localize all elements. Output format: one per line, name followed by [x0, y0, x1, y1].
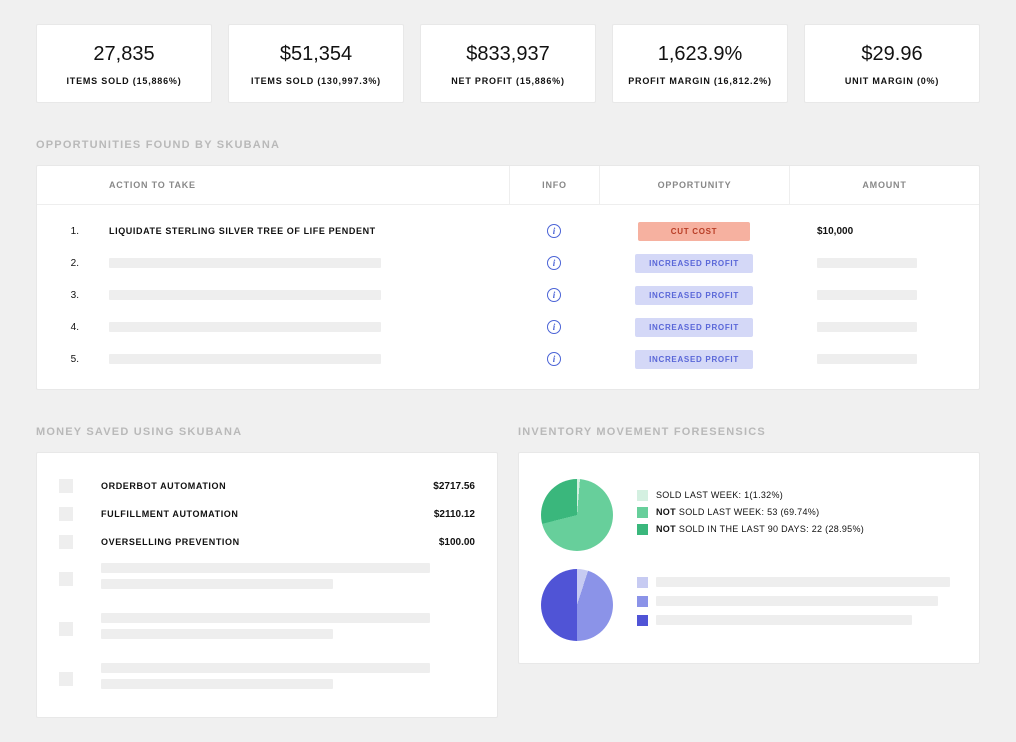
kpi-value: $51,354	[237, 43, 395, 66]
row-number: 2.	[37, 258, 89, 269]
badge-cut-cost: CUT COST	[638, 222, 750, 241]
kpi-card-items-sold: 27,835 ITEMS SOLD (15,886%)	[36, 24, 212, 103]
table-header: ACTION TO TAKE INFO OPPORTUNITY AMOUNT	[37, 166, 979, 205]
inventory-heading: INVENTORY MOVEMENT FORESENSICS	[518, 426, 980, 438]
legend-item-placeholder	[637, 596, 957, 607]
money-saved-item: ORDERBOT AUTOMATION$2717.56	[59, 479, 475, 493]
opportunities-heading: OPPORTUNITIES FOUND BY SKUBANA	[36, 139, 980, 151]
square-icon	[59, 535, 73, 549]
kpi-row: 27,835 ITEMS SOLD (15,886%) $51,354 ITEM…	[36, 24, 980, 103]
legend-swatch	[637, 577, 648, 588]
badge-increased-profit: INCREASED PROFIT	[635, 350, 753, 369]
kpi-value: $29.96	[813, 43, 971, 66]
kpi-card-items-sold-dollar: $51,354 ITEMS SOLD (130,997.3%)	[228, 24, 404, 103]
kpi-label: ITEMS SOLD (15,886%)	[45, 76, 203, 86]
kpi-card-net-profit: $833,937 NET PROFIT (15,886%)	[420, 24, 596, 103]
table-row: 5. i INCREASED PROFIT	[37, 343, 979, 375]
info-icon[interactable]: i	[547, 288, 561, 302]
info-icon[interactable]: i	[547, 320, 561, 334]
item-name: FULFILLMENT AUTOMATION	[101, 509, 434, 519]
table-row: 3. i INCREASED PROFIT	[37, 279, 979, 311]
kpi-label: NET PROFIT (15,886%)	[429, 76, 587, 86]
legend-swatch	[637, 596, 648, 607]
info-icon[interactable]: i	[547, 256, 561, 270]
kpi-label: UNIT MARGIN (0%)	[813, 76, 971, 86]
col-amount: AMOUNT	[789, 166, 979, 204]
item-amount: $2717.56	[433, 481, 475, 492]
action-cell	[89, 258, 509, 268]
legend-list: SOLD LAST WEEK: 1(1.32%) NOT SOLD LAST WE…	[637, 490, 957, 541]
item-name: ORDERBOT AUTOMATION	[101, 481, 433, 491]
legend-swatch	[637, 615, 648, 626]
col-info: INFO	[509, 166, 599, 204]
table-row: 4. i INCREASED PROFIT	[37, 311, 979, 343]
action-cell	[89, 354, 509, 364]
placeholder-row	[59, 613, 475, 645]
badge-increased-profit: INCREASED PROFIT	[635, 318, 753, 337]
action-cell	[89, 322, 509, 332]
money-saved-panel: ORDERBOT AUTOMATION$2717.56 FULFILLMENT A…	[36, 452, 498, 718]
item-amount: $2110.12	[434, 509, 475, 520]
legend-list	[637, 577, 957, 634]
kpi-card-unit-margin: $29.96 UNIT MARGIN (0%)	[804, 24, 980, 103]
legend-swatch	[637, 524, 648, 535]
pie-chart-green	[541, 479, 613, 551]
action-cell	[89, 290, 509, 300]
row-number: 3.	[37, 290, 89, 301]
action-cell: LIQUIDATE STERLING SILVER TREE OF LIFE P…	[89, 226, 509, 236]
money-saved-item: OVERSELLING PREVENTION$100.00	[59, 535, 475, 549]
badge-increased-profit: INCREASED PROFIT	[635, 286, 753, 305]
amount-cell	[789, 354, 979, 364]
kpi-label: ITEMS SOLD (130,997.3%)	[237, 76, 395, 86]
amount-cell	[789, 322, 979, 332]
row-number: 4.	[37, 322, 89, 333]
item-name: OVERSELLING PREVENTION	[101, 537, 439, 547]
amount-cell: $10,000	[789, 226, 979, 237]
pie-chart-blue	[541, 569, 613, 641]
money-saved-item: FULFILLMENT AUTOMATION$2110.12	[59, 507, 475, 521]
row-number: 5.	[37, 354, 89, 365]
opportunities-table: ACTION TO TAKE INFO OPPORTUNITY AMOUNT 1…	[36, 165, 980, 390]
col-action: ACTION TO TAKE	[89, 166, 509, 204]
col-opportunity: OPPORTUNITY	[599, 166, 789, 204]
inventory-panel: SOLD LAST WEEK: 1(1.32%) NOT SOLD LAST WE…	[518, 452, 980, 664]
kpi-value: 1,623.9%	[621, 43, 779, 66]
row-number: 1.	[37, 226, 89, 237]
item-amount: $100.00	[439, 537, 475, 548]
square-icon	[59, 507, 73, 521]
legend-item: SOLD LAST WEEK: 1(1.32%)	[637, 490, 957, 501]
legend-swatch	[637, 507, 648, 518]
legend-item-placeholder	[637, 615, 957, 626]
amount-cell	[789, 290, 979, 300]
amount-cell	[789, 258, 979, 268]
info-icon[interactable]: i	[547, 224, 561, 238]
legend-swatch	[637, 490, 648, 501]
table-row: 1.LIQUIDATE STERLING SILVER TREE OF LIFE…	[37, 215, 979, 247]
placeholder-row	[59, 563, 475, 595]
kpi-label: PROFIT MARGIN (16,812.2%)	[621, 76, 779, 86]
money-saved-heading: MONEY SAVED USING SKUBANA	[36, 426, 498, 438]
legend-item: NOT SOLD LAST WEEK: 53 (69.74%)	[637, 507, 957, 518]
inventory-chart-1: SOLD LAST WEEK: 1(1.32%) NOT SOLD LAST WE…	[541, 479, 957, 551]
inventory-chart-2	[541, 569, 957, 641]
legend-item: NOT SOLD IN THE LAST 90 DAYS: 22 (28.95%…	[637, 524, 957, 535]
info-icon[interactable]: i	[547, 352, 561, 366]
kpi-value: 27,835	[45, 43, 203, 66]
legend-item-placeholder	[637, 577, 957, 588]
square-icon	[59, 479, 73, 493]
kpi-card-profit-margin: 1,623.9% PROFIT MARGIN (16,812.2%)	[612, 24, 788, 103]
badge-increased-profit: INCREASED PROFIT	[635, 254, 753, 273]
kpi-value: $833,937	[429, 43, 587, 66]
table-row: 2. i INCREASED PROFIT	[37, 247, 979, 279]
